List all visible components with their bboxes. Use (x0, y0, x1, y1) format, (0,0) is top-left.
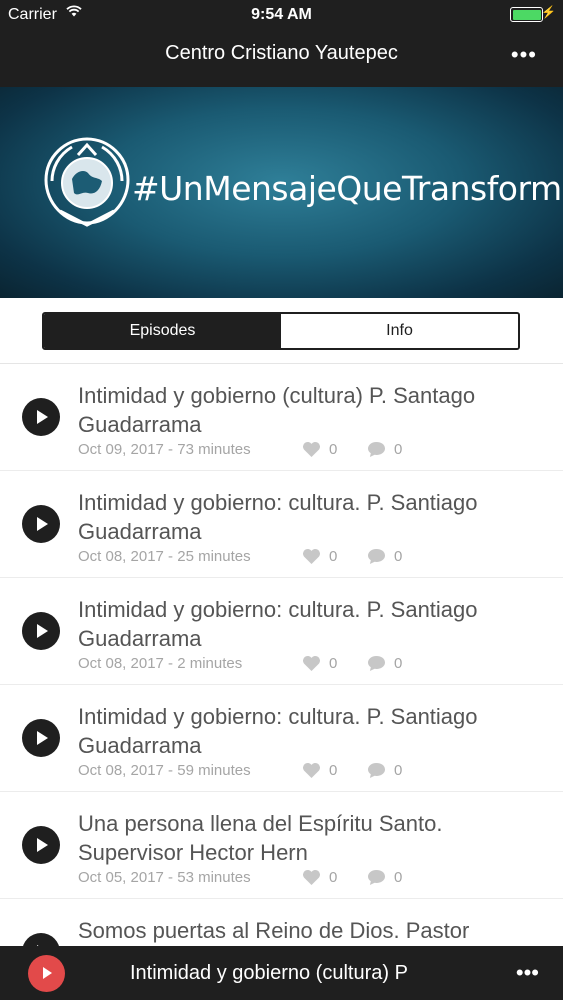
like-count: 0 (329, 548, 338, 565)
top-bar: Carrier 9:54 AM ⚡ Centro Cristiano Yaute… (0, 0, 563, 87)
play-icon[interactable] (22, 505, 60, 543)
comment-control[interactable]: 0 (367, 441, 402, 458)
episode-title: Intimidad y gobierno: cultura. P. Santia… (78, 597, 478, 651)
comment-icon (368, 548, 385, 565)
comment-icon (368, 762, 385, 779)
episode-meta: Oct 08, 2017 - 2 minutes (78, 655, 243, 672)
play-icon[interactable] (22, 719, 60, 757)
list-item[interactable]: Intimidad y gobierno: cultura. P. Santia… (0, 685, 563, 792)
episode-meta: Oct 08, 2017 - 59 minutes (78, 762, 251, 779)
tab-info[interactable]: Info (281, 314, 518, 348)
comment-count: 0 (394, 441, 403, 458)
comment-control[interactable]: 0 (367, 655, 402, 672)
episode-list: Intimidad y gobierno (cultura) P. Santag… (0, 364, 563, 1000)
page-title: Centro Cristiano Yautepec (165, 42, 398, 64)
banner-hashtag: #UnMensajeQueTransforma (132, 169, 563, 208)
like-control[interactable]: 0 (302, 762, 337, 779)
charging-icon: ⚡ (541, 5, 556, 19)
tab-episodes[interactable]: Episodes (44, 314, 281, 348)
mini-player: Intimidad y gobierno (cultura) P ••• (0, 946, 563, 1000)
heart-icon (303, 441, 320, 458)
heart-icon (303, 762, 320, 779)
status-bar: Carrier 9:54 AM ⚡ (0, 0, 563, 30)
globe-logo-icon (44, 137, 130, 227)
heart-icon (303, 869, 320, 886)
list-item[interactable]: Intimidad y gobierno (cultura) P. Santag… (0, 364, 563, 471)
list-item[interactable]: Intimidad y gobierno: cultura. P. Santia… (0, 578, 563, 685)
player-play-icon[interactable] (28, 955, 65, 992)
list-item[interactable]: Intimidad y gobierno: cultura. P. Santia… (0, 471, 563, 578)
comment-icon (368, 869, 385, 886)
battery-icon (510, 7, 543, 22)
episode-title: Somos puertas al Reino de Dios. Pastor (78, 918, 470, 943)
like-count: 0 (329, 655, 338, 672)
comment-count: 0 (394, 762, 403, 779)
comment-control[interactable]: 0 (367, 869, 402, 886)
like-control[interactable]: 0 (302, 548, 337, 565)
now-playing-title[interactable]: Intimidad y gobierno (cultura) P (130, 962, 440, 985)
like-count: 0 (329, 762, 338, 779)
comment-count: 0 (394, 548, 403, 565)
like-control[interactable]: 0 (302, 655, 337, 672)
segment-bar: Episodes Info (0, 298, 563, 364)
status-time: 9:54 AM (251, 6, 312, 23)
comment-icon (368, 441, 385, 458)
heart-icon (303, 655, 320, 672)
episode-title: Intimidad y gobierno (cultura) P. Santag… (78, 383, 476, 437)
episode-meta: Oct 08, 2017 - 25 minutes (78, 548, 251, 565)
like-count: 0 (329, 869, 338, 886)
comment-count: 0 (394, 655, 403, 672)
episode-meta: Oct 05, 2017 - 53 minutes (78, 869, 251, 886)
comment-icon (368, 655, 385, 672)
episode-title: Una persona llena del Espíritu Santo. Su… (78, 811, 443, 865)
more-dots-icon[interactable]: ••• (511, 42, 537, 68)
heart-icon (303, 548, 320, 565)
battery-fill (512, 9, 541, 20)
play-icon[interactable] (22, 826, 60, 864)
play-icon[interactable] (22, 398, 60, 436)
segmented-control: Episodes Info (42, 312, 520, 350)
comment-control[interactable]: 0 (367, 762, 402, 779)
comment-count: 0 (394, 869, 403, 886)
podcast-banner: #UnMensajeQueTransforma (0, 87, 563, 298)
like-control[interactable]: 0 (302, 441, 337, 458)
player-more-icon[interactable]: ••• (516, 960, 539, 986)
episode-title: Intimidad y gobierno: cultura. P. Santia… (78, 490, 478, 544)
list-item[interactable]: Una persona llena del Espíritu Santo. Su… (0, 792, 563, 899)
like-control[interactable]: 0 (302, 869, 337, 886)
episode-meta: Oct 09, 2017 - 73 minutes (78, 441, 251, 458)
like-count: 0 (329, 441, 338, 458)
comment-control[interactable]: 0 (367, 548, 402, 565)
episode-title: Intimidad y gobierno: cultura. P. Santia… (78, 704, 478, 758)
play-icon[interactable] (22, 612, 60, 650)
